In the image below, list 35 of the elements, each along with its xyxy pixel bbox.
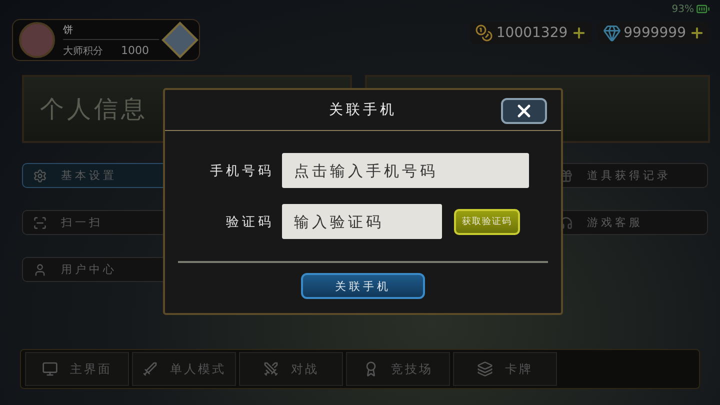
battery-icon [696,2,710,16]
battery-percent: 93% [672,4,694,14]
currency-amount: 10001329 [496,25,568,41]
nav-tab[interactable]: 卡牌 [453,352,557,386]
scan-icon [33,216,47,230]
dialog-title: 关联手机 [329,101,397,119]
gem-icon [602,24,621,42]
monitor-icon [42,361,58,377]
settings-icon [33,168,47,182]
nav-tab[interactable]: 单人模式 [132,352,236,386]
swords-icon [263,361,279,377]
score-value: 1000 [121,44,149,57]
input-field[interactable]: 点击输入手机号码 [282,153,529,188]
get-code-button[interactable]: 获取验证码 [454,208,520,234]
user-icon [33,262,47,276]
input-field[interactable]: 输入验证码 [282,204,442,239]
coins-icon [475,24,494,42]
avatar [19,22,55,58]
rank-emblem-icon [162,22,198,58]
sword-icon [142,361,158,377]
currency-amount: 9999999 [624,25,686,41]
nav-tab[interactable]: 主界面 [25,352,129,386]
nav-tab[interactable]: 对战 [239,352,343,386]
cards-icon [477,361,493,377]
profile-card[interactable]: 饼 大师积分 1000 [12,19,200,61]
add-icon[interactable] [570,25,587,41]
field-label: 手机号码 [210,162,274,180]
close-button[interactable] [501,98,547,124]
player-name: 饼 [63,22,159,40]
add-icon[interactable] [689,25,705,41]
nav-tab[interactable]: 竞技场 [346,352,450,386]
panel-title: 个人信息 [40,94,148,125]
score-label: 大师积分 [63,44,103,58]
field-label: 验证码 [226,214,274,230]
link-phone-button[interactable]: 关联手机 [301,273,425,299]
